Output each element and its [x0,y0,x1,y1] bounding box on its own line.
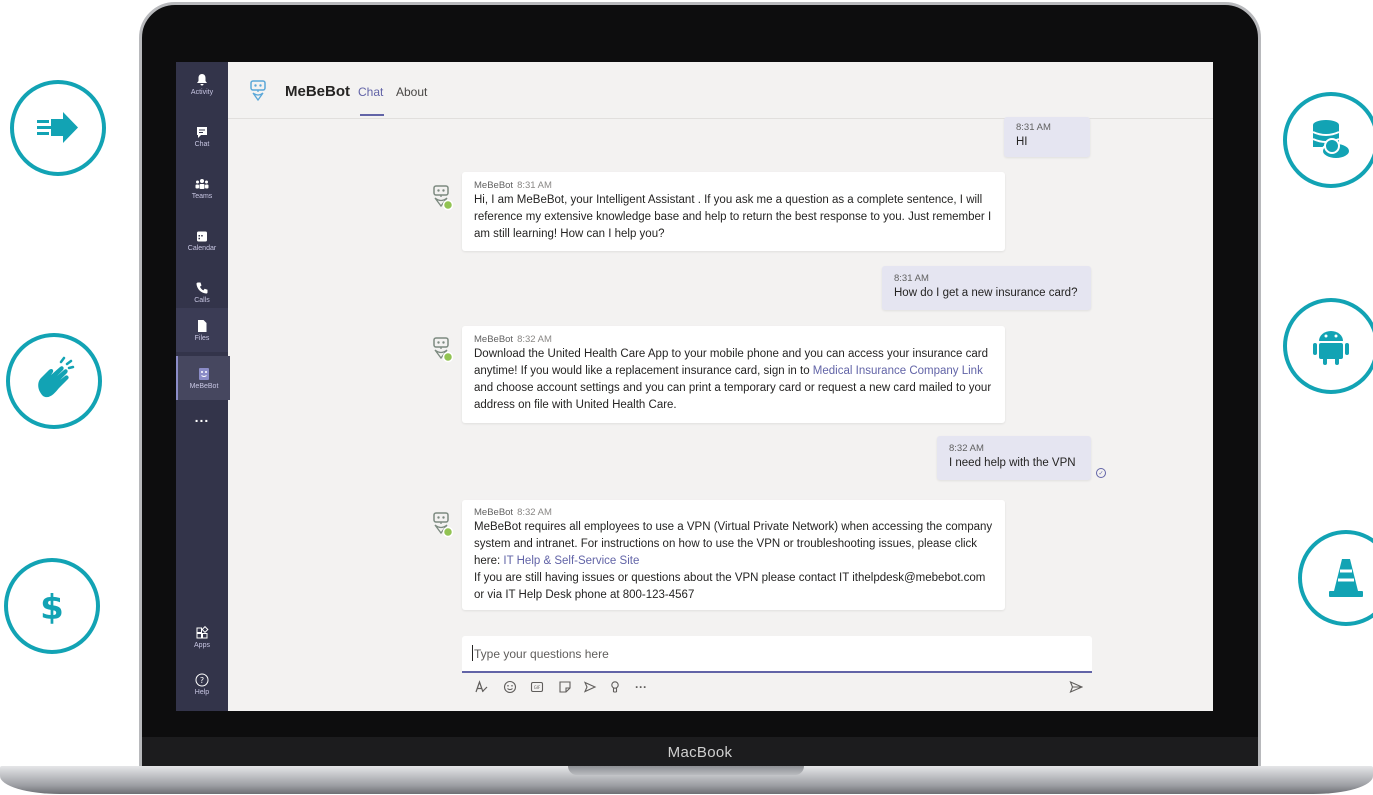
arrow-right-circle [10,80,106,176]
teams-window: Activity Chat Teams Calendar Calls Files… [176,62,1213,711]
svg-text:?: ? [200,676,204,685]
emoji-icon[interactable] [503,680,517,694]
it-help-link[interactable]: IT Help & Self-Service Site [503,555,639,567]
message-time: 8:31 AM [894,273,929,284]
rail-item-label: Chat [194,140,210,148]
meet-icon[interactable] [583,680,597,694]
message-text: Hi, I am MeBeBot, your Intelligent Assis… [474,194,992,240]
bot-avatar-icon [433,185,454,211]
sticker-icon[interactable] [558,680,572,694]
laptop-notch [568,766,804,775]
dollar-icon: $ [40,588,64,628]
app-rail: Activity Chat Teams Calendar Calls Files… [176,62,230,711]
rail-item-help[interactable]: ? Help [176,664,228,704]
message-sender: MeBeBot [474,507,514,518]
bot-message: MeBeBot 8:32 AM Download the United Healt… [462,326,1005,423]
rail-item-apps[interactable]: Apps [176,617,228,657]
message-text: HI [1016,136,1028,148]
message-sender: MeBeBot [474,180,514,191]
more-options-icon[interactable]: ··· [632,680,650,694]
rail-item-mebebot[interactable]: MeBeBot [176,356,230,400]
message-time: 8:32 AM [949,443,984,454]
rail-item-label: Files [194,334,210,342]
compose-box[interactable]: Type your questions here [462,636,1092,673]
tab-about[interactable]: About [396,85,427,99]
bot-avatar-icon [433,512,454,538]
send-icon[interactable] [1069,680,1083,694]
bot-message: MeBeBot 8:32 AM MeBeBot requires all empl… [462,500,1005,610]
rail-item-files[interactable]: Files [176,308,228,352]
text-caret [472,645,473,661]
chat-icon [197,126,207,138]
gif-icon[interactable]: GIF [530,680,544,694]
file-icon [198,319,207,332]
praise-icon[interactable] [608,680,622,694]
bell-icon [197,73,207,85]
tab-chat[interactable]: Chat [358,85,383,99]
rail-item-label: Help [194,688,210,696]
rail-item-label: MeBeBot [189,382,219,390]
traffic-cone-icon [1329,559,1363,597]
bot-message: MeBeBot 8:31 AM Hi, I am MeBeBot, your In… [462,172,1005,251]
message-text: and choose account settings and you can … [474,382,992,411]
database-cloud-circle [1283,92,1373,188]
app-header: MeBeBot Chat About [228,62,1213,119]
rail-more-button[interactable]: ... [176,406,228,428]
message-text: How do I get a new insurance card? [894,287,1078,299]
android-icon [1313,331,1349,365]
traffic-cone-circle [1298,530,1373,626]
bot-avatar-icon [433,337,454,363]
bot-icon [199,367,209,380]
phone-icon [196,282,208,294]
android-circle [1283,298,1373,394]
rail-item-calendar[interactable]: Calendar [176,220,228,260]
message-text: If you are still having issues or questi… [474,572,986,601]
compose-toolbar: GIF ··· [462,678,1092,698]
device-brand-label: MacBook [667,743,733,761]
svg-text:$: $ [40,588,64,628]
rail-item-label: Calls [194,296,210,304]
dollar-circle: $ [4,558,100,654]
apps-icon [196,625,209,638]
app-title: MeBeBot [285,83,351,100]
message-time: 8:32 AM [517,334,552,345]
rail-item-calls[interactable]: Calls [176,272,228,312]
rail-item-activity[interactable]: Activity [176,64,228,104]
user-message: 8:31 AM How do I get a new insurance car… [882,266,1091,310]
rail-item-teams[interactable]: Teams [176,168,228,208]
message-sender: MeBeBot [474,334,514,345]
insurance-link[interactable]: Medical Insurance Company Link [813,365,983,377]
format-icon[interactable] [474,680,488,694]
help-icon: ? [195,673,209,686]
hand-wave-circle [6,333,102,429]
message-text: I need help with the VPN [949,457,1076,469]
svg-text:GIF: GIF [534,685,541,690]
read-receipt-icon: ✓ [1096,468,1106,478]
user-message: 8:31 AM HI [1004,117,1090,157]
rail-item-label: Apps [194,641,210,649]
compose-placeholder: Type your questions here [474,647,609,661]
arrow-right-icon [37,112,78,143]
laptop-chin: MacBook [142,737,1258,767]
message-time: 8:31 AM [517,180,552,191]
teams-icon [195,178,209,189]
calendar-icon [197,231,207,241]
mebebot-logo-icon [250,80,266,101]
hand-wave-icon [38,356,75,398]
message-time: 8:32 AM [517,507,552,518]
rail-item-chat[interactable]: Chat [176,116,228,156]
user-message: 8:32 AM I need help with the VPN [937,436,1091,480]
message-time: 8:31 AM [1016,122,1051,133]
rail-item-label: Calendar [187,244,217,252]
rail-item-label: Teams [191,192,213,200]
database-cloud-icon [1312,120,1351,160]
active-tab-indicator [360,114,384,116]
rail-item-label: Activity [190,88,214,96]
more-icon: ... [194,409,210,425]
